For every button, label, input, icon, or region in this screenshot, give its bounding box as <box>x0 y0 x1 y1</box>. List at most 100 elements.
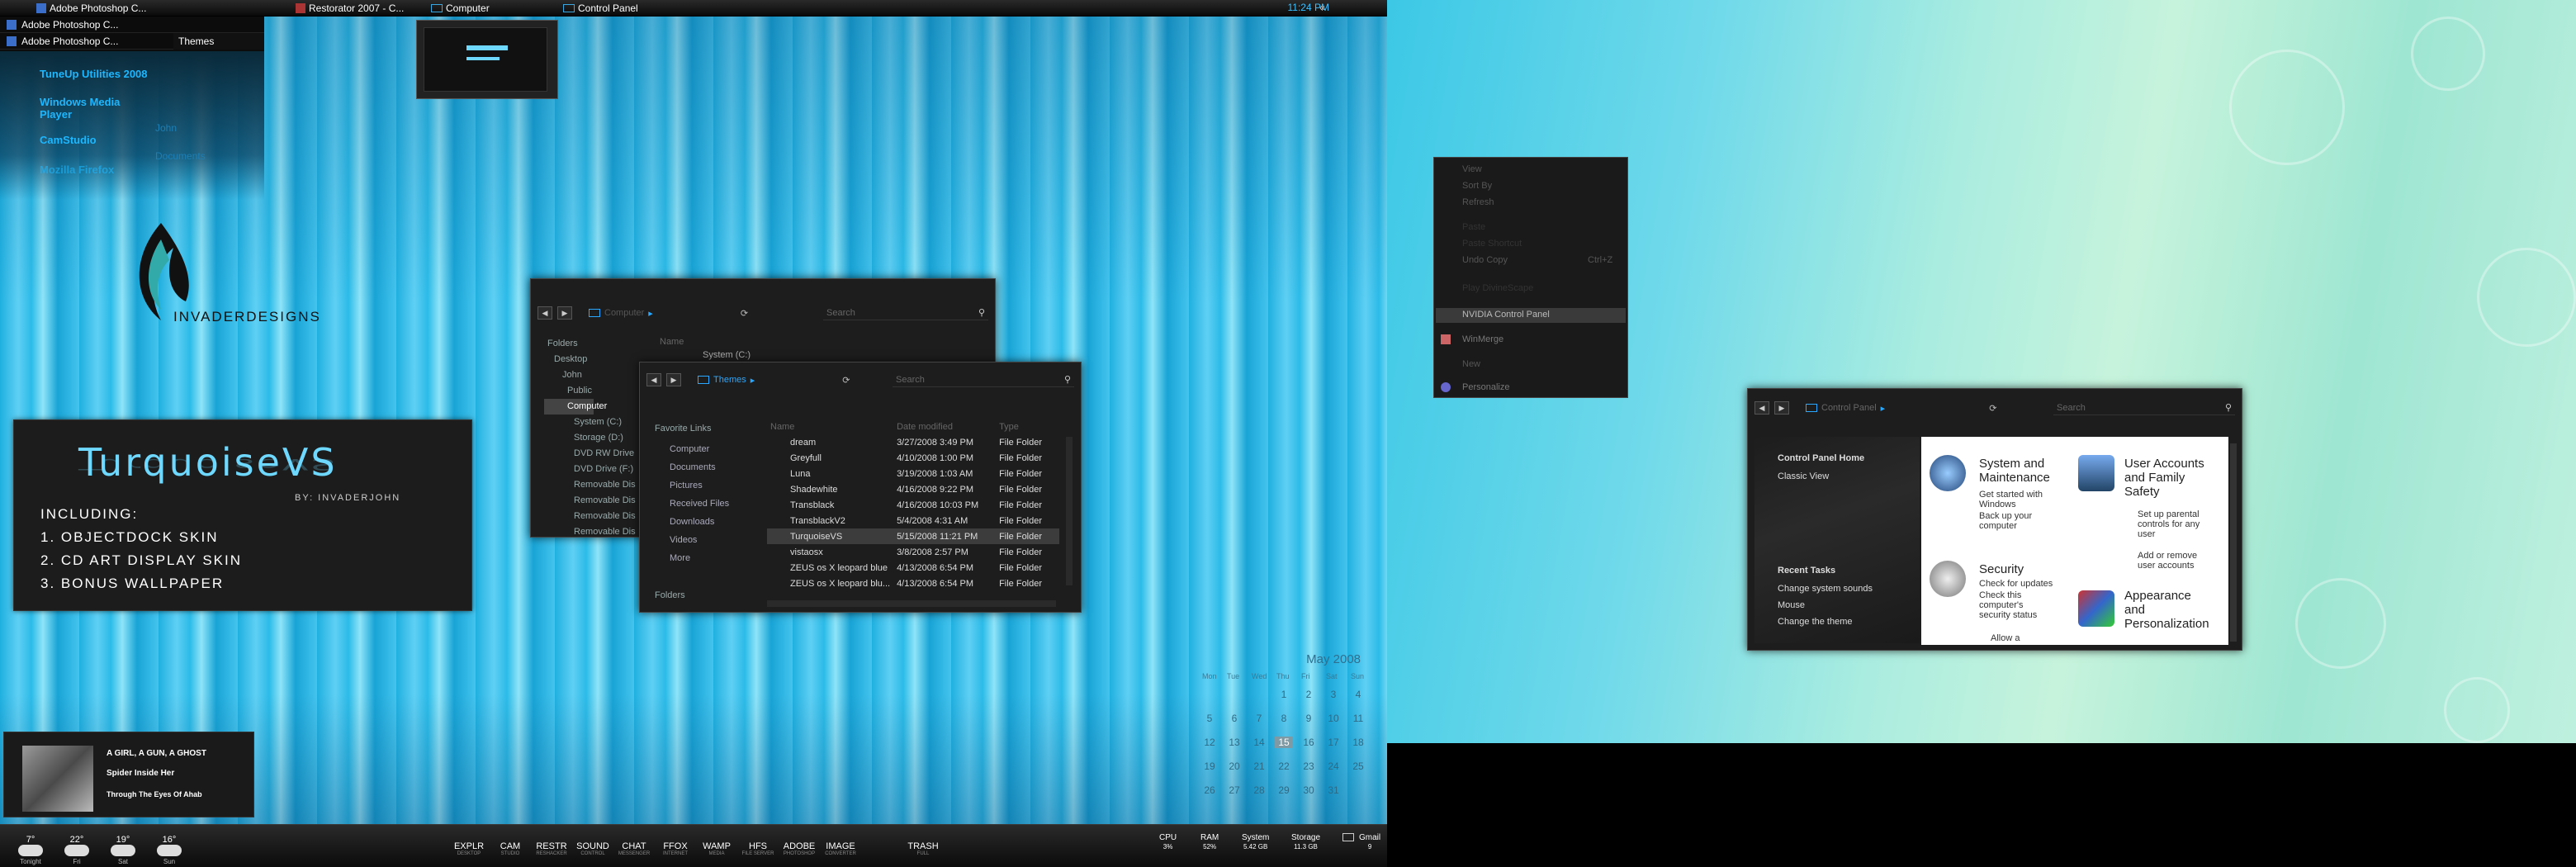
weather-day[interactable]: 16° Sun <box>149 835 190 866</box>
link-get-started[interactable]: Get started with Windows <box>1979 490 2062 509</box>
stat-ram[interactable]: RAM 52% <box>1200 833 1219 851</box>
menu-item-refresh[interactable]: Refresh <box>1462 197 1494 207</box>
recent-task-theme[interactable]: Change the theme <box>1778 617 1853 627</box>
calendar-day[interactable]: 4 <box>1349 689 1367 700</box>
column-type[interactable]: Type <box>996 419 1059 434</box>
tree-item[interactable]: Storage (D:) <box>544 430 636 446</box>
tree-item[interactable]: Desktop <box>544 352 636 367</box>
column-name[interactable]: Name <box>660 337 684 347</box>
back-button[interactable]: ◀ <box>537 306 552 320</box>
control-panel-window[interactable]: ◀ ▶ Control Panel ▸ ⟳ Search ⚲ Control Pa… <box>1747 388 2242 651</box>
menu-item-view[interactable]: View <box>1462 164 1482 174</box>
refresh-icon[interactable]: ⟳ <box>842 375 850 386</box>
calendar-day[interactable]: 16 <box>1300 737 1318 748</box>
table-row[interactable]: ZEUS os X leopard blue 4/13/2008 6:54 PM F… <box>767 560 1059 576</box>
weather-day[interactable]: 22° Fri <box>56 835 97 866</box>
dock-item-trash[interactable]: TRASH FULL <box>905 841 941 856</box>
mail-icon[interactable] <box>1342 833 1354 841</box>
menu-item-new[interactable]: New <box>1462 359 1480 369</box>
calendar-day[interactable]: 28 <box>1250 784 1268 796</box>
task-control-panel[interactable]: Control Panel <box>561 2 638 15</box>
fav-downloads[interactable]: Downloads <box>670 513 729 531</box>
dock-item-explr[interactable]: EXPLR DESKTOP <box>451 841 487 856</box>
tree-item[interactable]: Removable Dis <box>544 493 636 509</box>
dock-side-documents[interactable]: Documents <box>155 150 206 162</box>
calendar-day[interactable]: 9 <box>1300 713 1318 724</box>
dock-item-hfs[interactable]: HFS FILE SERVER <box>740 841 776 856</box>
forward-button[interactable]: ▶ <box>1774 401 1789 415</box>
clock[interactable]: 11:24 PM <box>1288 2 1329 13</box>
fav-pictures[interactable]: Pictures <box>670 476 729 495</box>
table-row[interactable]: Transblack 4/16/2008 10:03 PM File Folder <box>767 497 1059 513</box>
table-row[interactable]: Luna 3/19/2008 1:03 AM File Folder <box>767 466 1059 481</box>
menu-item-divinescape[interactable]: Play DivineScape <box>1462 283 1533 293</box>
task-computer[interactable]: Computer <box>429 2 490 15</box>
calendar-day[interactable]: 26 <box>1200 784 1219 796</box>
calendar-day[interactable]: 13 <box>1225 737 1243 748</box>
dock-item-adobe[interactable]: ADOBE PHOTOSHOP <box>781 841 817 856</box>
menu-item-winmerge[interactable]: WinMerge <box>1462 334 1503 344</box>
calendar-day[interactable]: 20 <box>1225 760 1243 772</box>
calendar-day[interactable]: 19 <box>1200 760 1219 772</box>
dock-item-camstudio[interactable]: CamStudio <box>40 134 97 146</box>
calendar-day[interactable]: 23 <box>1300 760 1318 772</box>
calendar-day[interactable]: 21 <box>1250 760 1268 772</box>
calendar-day[interactable]: 10 <box>1324 713 1342 724</box>
cd-art-display[interactable]: A GIRL, A GUN, A GHOST Spider Inside Her… <box>3 732 254 817</box>
weather-day[interactable]: 19° Sat <box>102 835 144 866</box>
dock-side-john[interactable]: John <box>155 122 177 134</box>
column-date[interactable]: Date modified <box>893 419 996 434</box>
refresh-icon[interactable]: ⟳ <box>1989 403 1996 414</box>
search-input[interactable]: Search ⚲ <box>823 306 988 320</box>
tree-item[interactable]: Removable Dis <box>544 477 636 493</box>
table-row[interactable]: TransblackV2 5/4/2008 4:31 AM File Folder <box>767 513 1059 528</box>
window-thumbnail[interactable] <box>416 20 558 99</box>
fav-documents[interactable]: Documents <box>670 458 729 476</box>
calendar-day[interactable]: 25 <box>1349 760 1367 772</box>
forward-button[interactable]: ▶ <box>557 306 572 320</box>
table-row[interactable]: Shadewhite 4/16/2008 9:22 PM File Folder <box>767 481 1059 497</box>
link-parental-controls[interactable]: Set up parental controls for any user <box>2138 509 2217 539</box>
tree-item[interactable]: John <box>544 367 636 383</box>
search-input[interactable]: Search ⚲ <box>893 372 1074 387</box>
link-control-panel-home[interactable]: Control Panel Home <box>1778 453 1864 463</box>
tree-item[interactable]: Public <box>544 383 636 399</box>
recent-task-sounds[interactable]: Change system sounds <box>1778 584 1873 594</box>
calendar-day[interactable]: 29 <box>1275 784 1293 796</box>
back-button[interactable]: ◀ <box>646 373 661 386</box>
menu-item-undo-copy[interactable]: Undo Copy <box>1462 255 1508 265</box>
menu-item-sort-by[interactable]: Sort By <box>1462 181 1492 191</box>
drive-item[interactable]: System (C:) <box>703 350 751 360</box>
address-bar[interactable]: Computer ▸ <box>589 308 653 319</box>
task-restorator[interactable]: Restorator 2007 - C... <box>294 2 404 15</box>
table-row[interactable]: vistaosx 3/8/2008 2:57 PM File Folder <box>767 544 1059 560</box>
task-photoshop-2[interactable]: Adobe Photoshop C... <box>0 17 264 33</box>
dock-item-cam[interactable]: CAM STUDIO <box>492 841 528 856</box>
vertical-scrollbar[interactable] <box>1066 437 1073 585</box>
dock-item-wmp[interactable]: Windows Media Player <box>40 96 130 121</box>
dock-item-ffox[interactable]: FFOX INTERNET <box>657 841 694 856</box>
forward-button[interactable]: ▶ <box>666 373 681 386</box>
calendar-day[interactable]: 11 <box>1349 713 1367 724</box>
weather-day[interactable]: 7° Tonight <box>10 835 51 866</box>
tree-item[interactable]: DVD Drive (F:) <box>544 462 636 477</box>
calendar-day[interactable]: 5 <box>1200 713 1219 724</box>
dock-item-wamp[interactable]: WAMP MEDIA <box>698 841 735 856</box>
task-photoshop[interactable]: Adobe Photoshop C... <box>35 2 146 15</box>
column-name[interactable]: Name <box>767 419 893 434</box>
vertical-scrollbar[interactable] <box>2230 443 2237 642</box>
calendar-day[interactable]: 7 <box>1250 713 1268 724</box>
dock-item-restr[interactable]: RESTR RESHACKER <box>533 841 570 856</box>
stat-gmail[interactable]: Gmail 9 <box>1359 833 1380 851</box>
table-row[interactable]: Greyfull 4/10/2008 1:00 PM File Folder <box>767 450 1059 466</box>
link-allow[interactable]: Allow a <box>1991 633 2020 643</box>
calendar-day[interactable]: 14 <box>1250 737 1268 748</box>
link-check-updates[interactable]: Check for updates <box>1979 579 2070 589</box>
menu-item-personalize[interactable]: Personalize <box>1462 382 1509 392</box>
address-bar[interactable]: Control Panel ▸ <box>1806 403 1885 414</box>
calendar-day[interactable]: 8 <box>1275 713 1293 724</box>
search-input[interactable]: Search ⚲ <box>2053 400 2235 415</box>
dock-item-tuneup[interactable]: TuneUp Utilities 2008 <box>40 68 148 80</box>
recent-task-mouse[interactable]: Mouse <box>1778 600 1805 610</box>
link-classic-view[interactable]: Classic View <box>1778 471 1829 481</box>
